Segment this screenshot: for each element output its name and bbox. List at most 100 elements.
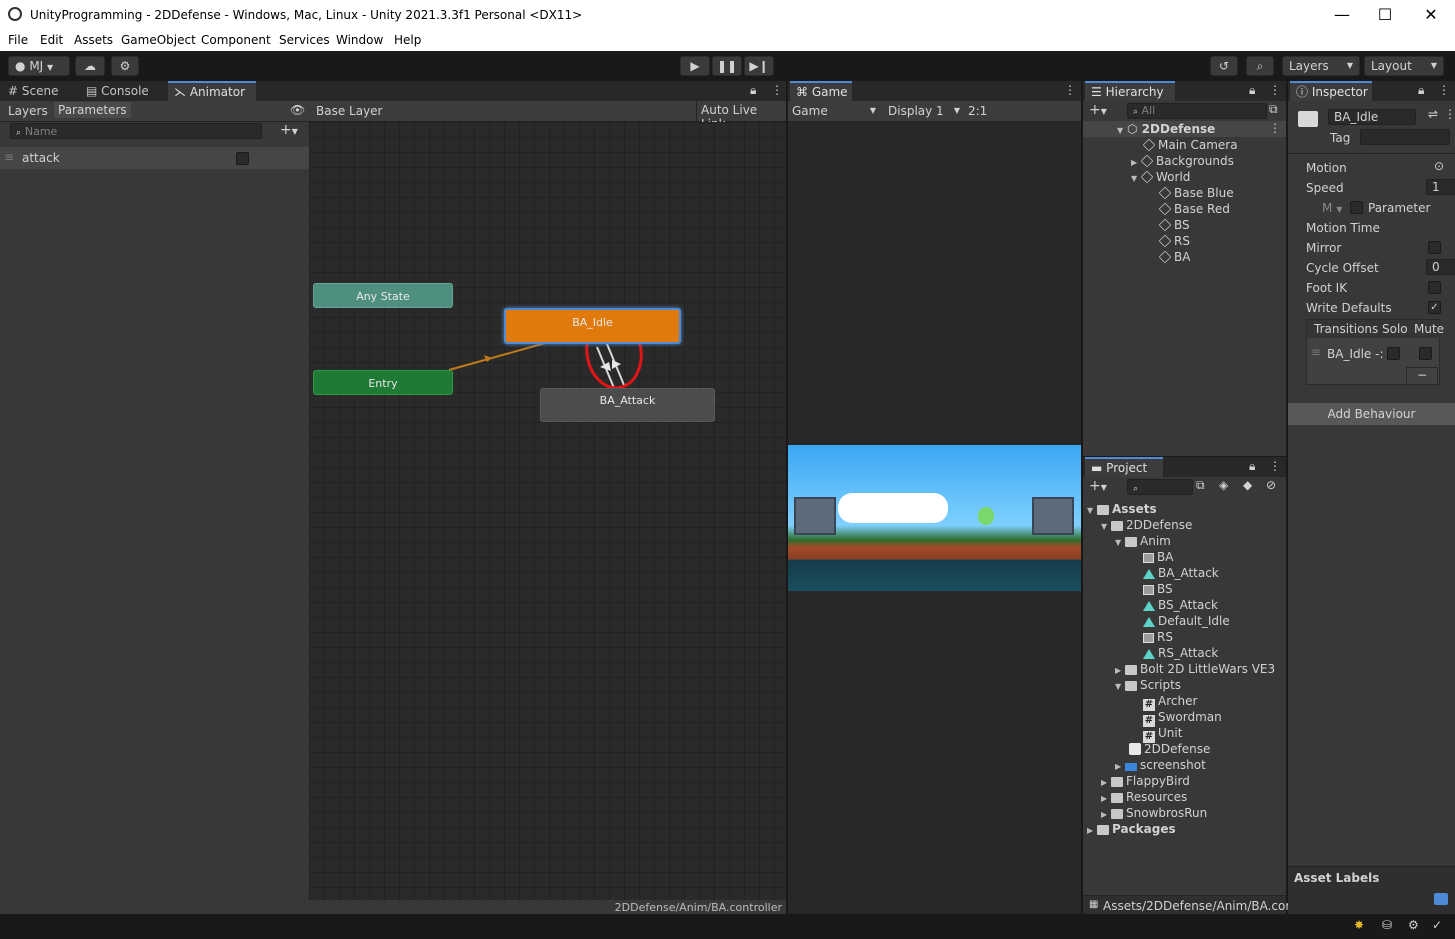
transition-mute-checkbox[interactable] bbox=[1419, 347, 1432, 360]
project-root-packages[interactable]: ▶ Packages bbox=[1087, 821, 1176, 837]
project-folder-resources[interactable]: ▶ Resources bbox=[1101, 789, 1187, 805]
tab-project[interactable]: ▬ Project bbox=[1085, 457, 1163, 477]
parameter-search-input[interactable]: ⌕ Name bbox=[10, 123, 262, 139]
project-folder-snowbrosrun[interactable]: ▶ SnowbrosRun bbox=[1101, 805, 1207, 821]
game-mode-dropdown[interactable]: Game ▼ bbox=[792, 104, 878, 118]
menu-help[interactable]: Help bbox=[394, 33, 421, 47]
project-asset-ba[interactable]: BA bbox=[1143, 549, 1173, 565]
pause-button[interactable]: ❚❚ bbox=[712, 56, 742, 76]
play-button[interactable]: ▶ bbox=[680, 56, 710, 76]
expand-arrow-icon[interactable]: ▼ bbox=[1087, 503, 1097, 519]
parameter-row[interactable]: ≡ attack bbox=[0, 147, 309, 169]
project-asset-rs[interactable]: RS bbox=[1143, 629, 1173, 645]
menu-file[interactable]: File bbox=[8, 33, 28, 47]
create-asset-button[interactable]: +▼ bbox=[1089, 478, 1107, 494]
more-icon[interactable]: ⋮ bbox=[1269, 121, 1281, 135]
drag-handle-icon[interactable]: ≡ bbox=[1311, 345, 1321, 359]
expand-arrow-icon[interactable]: ▼ bbox=[1115, 535, 1125, 551]
tab-console[interactable]: ▤ Console bbox=[80, 81, 155, 101]
project-asset-rs-attack[interactable]: RS_Attack bbox=[1143, 645, 1218, 661]
expand-arrow-icon[interactable]: ▼ bbox=[1117, 123, 1127, 139]
tag-input[interactable] bbox=[1360, 129, 1450, 145]
label-tag-icon[interactable] bbox=[1434, 893, 1448, 905]
hierarchy-search-input[interactable]: ⌕ All bbox=[1127, 103, 1267, 119]
close-button[interactable]: ✕ bbox=[1416, 4, 1446, 26]
drag-handle-icon[interactable]: ≡ bbox=[4, 150, 14, 164]
transition-item[interactable]: BA_Idle -: bbox=[1327, 347, 1384, 361]
project-asset-bs[interactable]: BS bbox=[1143, 581, 1173, 597]
hierarchy-item-bs[interactable]: BS bbox=[1158, 217, 1190, 233]
hierarchy-item-world[interactable]: ▼ World bbox=[1131, 169, 1190, 185]
cache-server-icon[interactable]: ⛁ bbox=[1382, 918, 1392, 932]
project-script-unit[interactable]: # Unit bbox=[1143, 725, 1182, 743]
search-button[interactable]: ⌕ bbox=[1246, 56, 1274, 76]
history-button[interactable]: ↺ bbox=[1210, 56, 1238, 76]
more-icon[interactable]: ⋮ bbox=[1269, 83, 1281, 97]
tab-animator[interactable]: ⋋ Animator bbox=[168, 81, 256, 101]
collab-button[interactable]: ⚙ bbox=[111, 56, 139, 76]
scene-visibility-icon[interactable]: ⧉ bbox=[1269, 102, 1278, 117]
project-asset-ba-attack[interactable]: BA_Attack bbox=[1143, 565, 1219, 581]
search-by-type-icon[interactable]: ⧉ bbox=[1196, 478, 1205, 493]
add-behaviour-button[interactable]: Add Behaviour bbox=[1288, 403, 1455, 425]
hierarchy-item-rs[interactable]: RS bbox=[1158, 233, 1190, 249]
menu-assets[interactable]: Assets bbox=[74, 33, 113, 47]
project-asset-bs-attack[interactable]: BS_Attack bbox=[1143, 597, 1218, 613]
expand-arrow-icon[interactable]: ▼ bbox=[1115, 679, 1125, 695]
attack-state-node[interactable]: BA_Attack bbox=[540, 388, 715, 422]
foot-ik-checkbox[interactable] bbox=[1428, 281, 1441, 294]
transition-solo-checkbox[interactable] bbox=[1387, 347, 1400, 360]
cycle-offset-input[interactable]: 0 bbox=[1426, 259, 1455, 275]
check-status-icon[interactable]: ✓ bbox=[1432, 918, 1442, 932]
scene-item[interactable]: ▼ ⬡ 2DDefense bbox=[1117, 121, 1215, 137]
eye-icon[interactable]: 👁︎ bbox=[290, 103, 305, 117]
menu-edit[interactable]: Edit bbox=[40, 33, 63, 47]
project-script-swordman[interactable]: # Swordman bbox=[1143, 709, 1222, 727]
hidden-packages-icon[interactable]: ⊘ bbox=[1266, 478, 1276, 492]
state-name-input[interactable]: BA_Idle bbox=[1328, 109, 1416, 125]
project-folder-anim[interactable]: ▼ Anim bbox=[1115, 533, 1171, 549]
write-defaults-checkbox[interactable]: ✓ bbox=[1428, 301, 1441, 314]
project-folder-bolt[interactable]: ▶ Bolt 2D LittleWars VE3 bbox=[1115, 661, 1275, 677]
multiplier-parameter-checkbox[interactable] bbox=[1350, 201, 1363, 214]
tab-scene[interactable]: # Scene bbox=[2, 81, 64, 101]
add-object-button[interactable]: +▼ bbox=[1089, 102, 1107, 118]
project-script-archer[interactable]: # Archer bbox=[1143, 693, 1197, 711]
account-button[interactable]: ● MJ ▼ bbox=[8, 56, 70, 76]
entry-node[interactable]: Entry bbox=[313, 370, 453, 395]
hierarchy-item-base-red[interactable]: Base Red bbox=[1158, 201, 1230, 217]
display-dropdown[interactable]: Display 1 ▼ bbox=[888, 104, 960, 118]
aspect-dropdown[interactable]: 2:1 bbox=[968, 104, 987, 118]
remove-transition-button[interactable]: − bbox=[1406, 367, 1438, 385]
step-button[interactable]: ▶❙ bbox=[744, 56, 774, 76]
project-scene-2ddefense[interactable]: 2DDefense bbox=[1129, 741, 1210, 757]
maximize-button[interactable]: ☐ bbox=[1370, 4, 1400, 26]
more-icon[interactable]: ⋮ bbox=[1438, 83, 1450, 97]
tab-game[interactable]: ⌘ Game bbox=[790, 81, 852, 101]
breadcrumb-base-layer[interactable]: Base Layer bbox=[316, 104, 383, 118]
project-asset-default-idle[interactable]: Default_Idle bbox=[1143, 613, 1230, 629]
object-picker-icon[interactable]: ⊙ bbox=[1434, 159, 1444, 173]
lock-icon[interactable]: 🔒︎ bbox=[1418, 83, 1424, 98]
more-icon[interactable]: ⋮ bbox=[771, 83, 783, 97]
add-parameter-button[interactable]: +▼ bbox=[280, 122, 298, 138]
debug-icon[interactable]: ⚙ bbox=[1408, 918, 1419, 932]
more-icon[interactable]: ⋮ bbox=[1064, 83, 1076, 97]
menu-window[interactable]: Window bbox=[336, 33, 383, 47]
tab-inspector[interactable]: ⓘ Inspector bbox=[1290, 81, 1372, 101]
lock-icon[interactable]: 🔒︎ bbox=[750, 83, 756, 98]
more-icon[interactable]: ⋮ bbox=[1269, 459, 1281, 473]
menu-component[interactable]: Component bbox=[201, 33, 271, 47]
menu-services[interactable]: Services bbox=[279, 33, 330, 47]
mirror-checkbox[interactable] bbox=[1428, 241, 1441, 254]
game-view[interactable] bbox=[788, 122, 1081, 914]
lock-icon[interactable]: 🔒︎ bbox=[1249, 459, 1255, 474]
cloud-button[interactable]: ☁ bbox=[75, 56, 105, 76]
parameter-bool-checkbox[interactable] bbox=[236, 152, 249, 165]
idle-state-node[interactable]: BA_Idle bbox=[504, 308, 681, 344]
tab-hierarchy[interactable]: ☰ Hierarchy bbox=[1085, 81, 1175, 101]
project-search-input[interactable]: ⌕ bbox=[1127, 479, 1193, 495]
animator-graph-canvas[interactable]: Any State Entry BA_Idle BA_Attack bbox=[309, 122, 786, 900]
hierarchy-item-ba[interactable]: BA bbox=[1158, 249, 1190, 265]
project-root-assets[interactable]: ▼ Assets bbox=[1087, 501, 1157, 517]
